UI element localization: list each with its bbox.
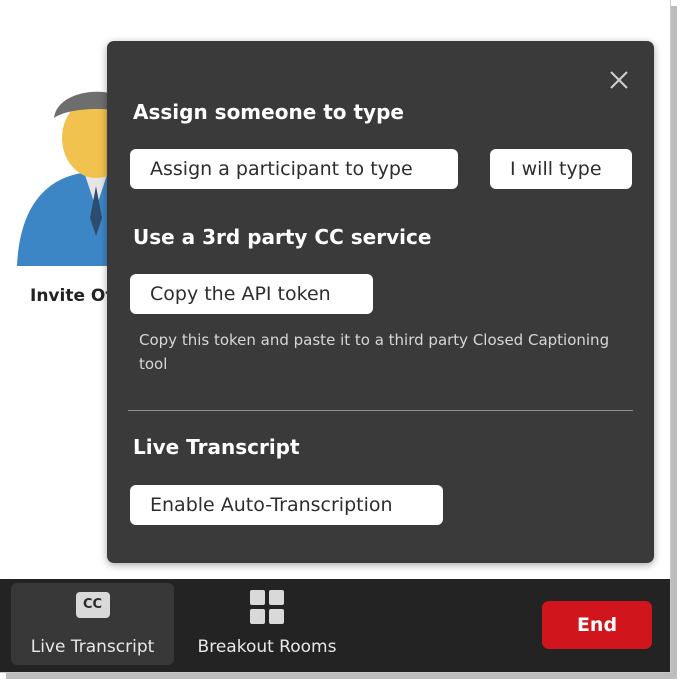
closed-caption-popup: Assign someone to type Assign a particip… bbox=[107, 41, 654, 563]
live-transcript-section-title: Live Transcript bbox=[133, 435, 300, 459]
zoom-meeting-window: Invite Oth Assign someone to type Assign… bbox=[0, 0, 671, 673]
third-party-section-title: Use a 3rd party CC service bbox=[133, 225, 432, 249]
assign-participant-button[interactable]: Assign a participant to type bbox=[130, 149, 458, 189]
end-meeting-button[interactable]: End bbox=[542, 601, 652, 649]
section-divider bbox=[128, 410, 633, 411]
grid-icon bbox=[250, 590, 284, 624]
breakout-rooms-button[interactable]: Breakout Rooms bbox=[184, 583, 350, 665]
breakout-rooms-label: Breakout Rooms bbox=[197, 637, 337, 657]
assign-section-title: Assign someone to type bbox=[133, 100, 404, 124]
copy-token-helper-text: Copy this token and paste it to a third … bbox=[139, 331, 610, 373]
close-icon[interactable] bbox=[608, 69, 630, 91]
i-will-type-button[interactable]: I will type bbox=[490, 149, 632, 189]
cc-icon: CC bbox=[75, 592, 110, 618]
live-transcript-button[interactable]: CC Live Transcript bbox=[11, 583, 174, 665]
live-transcript-label: Live Transcript bbox=[30, 637, 155, 657]
enable-auto-transcription-button[interactable]: Enable Auto-Transcription bbox=[130, 485, 443, 525]
copy-api-token-button[interactable]: Copy the API token bbox=[130, 274, 373, 314]
meeting-toolbar: CC Live Transcript Breakout Rooms End bbox=[0, 579, 670, 672]
